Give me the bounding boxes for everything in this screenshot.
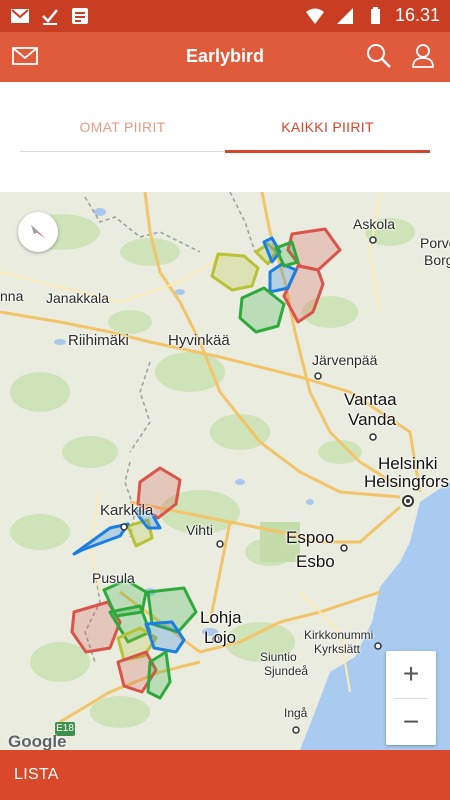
- map-label-karkkila: Karkkila: [100, 502, 154, 519]
- user-icon[interactable]: [411, 43, 435, 74]
- map-label-hyvinkaa: Hyvinkää: [168, 332, 230, 349]
- tab-kaikki-piirit[interactable]: KAIKKI PIIRIT: [225, 100, 430, 154]
- map-label-vihti: Vihti: [186, 522, 213, 538]
- map-label-vanda: Vanda: [348, 410, 396, 429]
- search-icon[interactable]: [366, 43, 392, 74]
- zoom-controls: + −: [386, 651, 436, 745]
- map-label-lojo: Lojo: [204, 628, 237, 647]
- compass-icon: [31, 225, 46, 239]
- map-label-helsinki: Helsinki: [378, 454, 438, 473]
- signal-icon: [335, 6, 355, 26]
- tab-selected-indicator: [225, 150, 430, 153]
- map-label-inga: Ingå: [284, 706, 308, 720]
- map-label-pusula: Pusula: [92, 570, 135, 586]
- tab-bar: OMAT PIIRIT KAIKKI PIIRIT: [20, 100, 430, 154]
- status-time: 16.31: [394, 5, 440, 25]
- map-label-espoo: Espoo: [286, 528, 335, 547]
- map-label-helsingfors: Helsingfors: [364, 472, 450, 491]
- zoom-out-button[interactable]: −: [386, 699, 436, 745]
- wifi-icon: [305, 6, 325, 26]
- google-logo[interactable]: Google: [8, 732, 67, 750]
- map-label-kyrkslatt: Kyrkslätt: [314, 642, 361, 656]
- notes-icon: [70, 6, 90, 26]
- map-label-hana: nna: [0, 288, 24, 304]
- map-label-borga: Borg: [424, 252, 450, 268]
- status-bar: 16.31: [0, 0, 450, 32]
- lista-button[interactable]: LISTA: [14, 766, 59, 784]
- zoom-in-button[interactable]: +: [386, 651, 436, 697]
- map-label-riihimaki: Riihimäki: [68, 332, 129, 349]
- compass-button[interactable]: [18, 212, 58, 252]
- map-label-vantaa: Vantaa: [344, 390, 397, 409]
- app-bar: Earlybird: [0, 32, 450, 82]
- map-label-siuntio: Siuntio: [260, 650, 297, 664]
- check-icon: [40, 6, 60, 26]
- map-label-sjundea: Sjundeå: [264, 664, 309, 678]
- map-label-esbo: Esbo: [296, 552, 335, 571]
- map-label-askola: Askola: [353, 216, 396, 232]
- map-label-kirkkonummi: Kirkkonummi: [304, 628, 374, 642]
- bottom-bar[interactable]: LISTA: [0, 750, 450, 800]
- map-label-porvo: Porvo: [420, 235, 450, 251]
- map-label-lohja: Lohja: [200, 608, 242, 627]
- tab-omat-piirit[interactable]: OMAT PIIRIT: [20, 100, 225, 154]
- map-label-jarvenpaa: Järvenpää: [312, 352, 378, 368]
- gmail-icon: [10, 6, 30, 26]
- map-view[interactable]: Askola Porvo Borg nna Janakkala Riihimäk…: [0, 192, 450, 750]
- map-label-janakkala: Janakkala: [46, 290, 110, 306]
- battery-icon: [365, 6, 385, 26]
